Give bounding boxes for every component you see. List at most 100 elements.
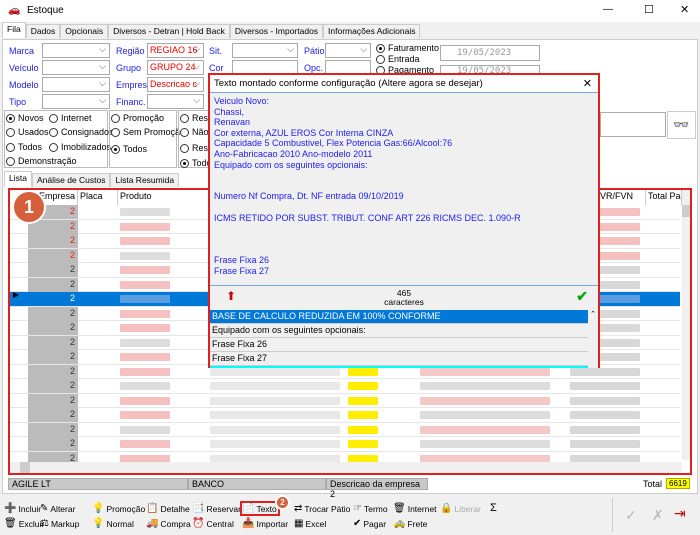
toolbar-alterar-button[interactable]: ✎ Alterar <box>40 503 75 514</box>
radio-usados[interactable]: Usados <box>6 127 49 137</box>
blurred-cell <box>420 396 550 405</box>
toolbar-markup-button[interactable]: ⚖ Markup <box>40 518 79 529</box>
radio-internet[interactable]: Internet <box>49 113 92 123</box>
blurred-cell <box>120 382 170 390</box>
toolbar-central-button[interactable]: ⏰ Central <box>192 518 234 529</box>
tipo-select[interactable] <box>42 94 110 109</box>
phrase-scrollbar[interactable]: ⌃ <box>588 310 598 368</box>
tab-lista-resumida[interactable]: Lista Resumida <box>110 173 180 187</box>
table-row[interactable]: 2 <box>10 408 680 423</box>
table-row[interactable]: 2 <box>10 422 680 437</box>
radio-label: Entrada <box>388 54 420 64</box>
tab-lista[interactable]: Lista <box>4 171 32 187</box>
tab-dados[interactable]: Dados <box>25 24 61 38</box>
cancel-icon[interactable]: ✗ <box>652 507 664 524</box>
maximize-button[interactable]: ☐ <box>644 3 654 16</box>
phrase-item[interactable] <box>210 366 588 368</box>
toolbar-pagar-button[interactable]: ✔ Pagar <box>353 518 386 529</box>
blurred-cell <box>420 382 550 390</box>
col-total-pag[interactable]: Total Pag <box>646 190 682 205</box>
texto-highlight <box>240 501 280 516</box>
toolbar-importar-button[interactable]: 📥 Importar <box>242 518 288 529</box>
radio-demonstracao[interactable]: Demonstração <box>6 156 77 166</box>
dialog-text-line: Chassi, <box>214 106 245 117</box>
modelo-select[interactable] <box>42 77 110 92</box>
grupo-select[interactable]: GRUPO 24 <box>147 60 204 75</box>
cell-empresa: 2 <box>28 335 78 350</box>
info-box <box>600 112 666 137</box>
radio-consignados[interactable]: Consignados <box>49 127 114 137</box>
regiao-select[interactable]: REGIAO 16 <box>147 43 204 58</box>
col-placa[interactable]: Placa <box>78 190 118 205</box>
tab-fila[interactable]: Fila <box>2 22 26 38</box>
radio-label: Novos <box>18 113 44 123</box>
tab-opcionais[interactable]: Opcionais <box>60 24 109 38</box>
sit-select[interactable] <box>232 43 298 58</box>
dialog-text-area[interactable]: Veiculo Novo: Chassi, Renavan Cor externa, … <box>210 93 598 286</box>
toolbar-excluir-button[interactable]: 🗑 Excluir <box>4 518 44 529</box>
table-row[interactable]: 2 <box>10 393 680 408</box>
tab-analise-custos[interactable]: Análise de Custos <box>31 173 111 187</box>
blurred-cell <box>348 367 378 376</box>
date-start-picker[interactable]: 19/05/2023 <box>440 45 540 61</box>
radio-reserva-nao[interactable]: Não <box>180 127 209 137</box>
radio-promo-todos[interactable]: Todos <box>111 144 147 154</box>
radio-faturamento[interactable]: Faturamento <box>376 43 439 53</box>
table-row[interactable]: 2 <box>10 379 680 394</box>
radio-sem-promocao[interactable]: Sem Promoção <box>111 127 185 137</box>
veiculo-select[interactable] <box>42 60 110 75</box>
glasses-icon[interactable]: 👓 <box>667 111 696 139</box>
phrase-item[interactable]: Equipado com os seguintes opcionais: <box>210 324 588 338</box>
radio-promocao[interactable]: Promoção <box>111 113 164 123</box>
toolbar-excel-button[interactable]: ▦ Excel <box>294 518 326 529</box>
row-pointer-icon: ▶ <box>13 290 20 299</box>
blurred-cell <box>348 411 378 419</box>
financ-select[interactable] <box>147 94 204 109</box>
marca-select[interactable] <box>42 43 110 58</box>
toolbar-promocao-button[interactable]: 💡 Promoção <box>92 503 145 514</box>
phrase-item[interactable]: Frase Fixa 27 <box>210 352 588 366</box>
title-bar: 🚗 Estoque — ☐ ✕ <box>0 0 700 22</box>
toolbar-incluir-button[interactable]: ➕ Incluir <box>4 503 41 514</box>
dialog-close-button[interactable]: ✕ <box>583 77 592 90</box>
check-icon[interactable]: ✔ <box>576 288 588 305</box>
radio-novos[interactable]: Novos <box>6 113 44 123</box>
radio-reserva-todos[interactable]: Todo <box>180 158 212 168</box>
col-vr-fvn[interactable]: VR/FVN <box>598 190 646 205</box>
char-label: caracteres <box>384 297 424 307</box>
sum-icon[interactable]: Σ <box>490 502 497 514</box>
minimize-button[interactable]: — <box>603 4 613 15</box>
confirm-icon[interactable]: ✓ <box>625 507 637 524</box>
table-row[interactable]: 2 <box>10 437 680 452</box>
phrase-item[interactable]: BASE DE CALCULO REDUZIDA EM 100% CONFORM… <box>210 310 588 324</box>
tab-diversos-detran[interactable]: Diversos - Detran | Hold Back <box>108 24 230 38</box>
toolbar-frete-button[interactable]: 🚕 Frete <box>393 518 427 529</box>
phrase-item[interactable]: Frase Fixa 26 <box>210 338 588 352</box>
toolbar-normal-button[interactable]: 💡 Normal <box>92 518 134 529</box>
radio-imobilizados[interactable]: Imobilizados <box>49 142 111 152</box>
tab-informacoes-adicionais[interactable]: Informações Adicionais <box>323 24 421 38</box>
toolbar-termo-button[interactable]: ☞ Termo <box>353 503 388 514</box>
exit-door-icon[interactable]: ⇥ <box>674 505 686 522</box>
toolbar-compra-button[interactable]: 🚚 Compra <box>146 518 191 529</box>
patio-select[interactable] <box>325 43 371 58</box>
empresa-select[interactable]: Descricao c <box>147 77 204 92</box>
toolbar-detalhe-button[interactable]: 📋 Detalhe <box>146 503 190 514</box>
dialog-text-line: Ano-Fabricacao 2010 Ano-modelo 2011 <box>214 148 373 159</box>
blurred-cell <box>210 411 340 419</box>
toolbar-internet-button[interactable]: 🗑 Internet <box>393 503 437 514</box>
tab-diversos-importados[interactable]: Diversos - Importados <box>229 24 324 38</box>
toolbar-reservar-button[interactable]: 📑 Reservar <box>192 503 241 514</box>
vertical-scrollbar[interactable] <box>682 190 690 460</box>
phrase-list[interactable]: BASE DE CALCULO REDUZIDA EM 100% CONFORM… <box>210 310 598 368</box>
horizontal-scrollbar[interactable] <box>10 462 682 473</box>
toolbar-label: Excel <box>305 518 327 529</box>
toolbar-liberar-button[interactable]: 🔒 Liberar <box>440 503 481 514</box>
radio-todos[interactable]: Todos <box>6 142 42 152</box>
blurred-cell <box>210 425 340 434</box>
toolbar-trocar-patio-button[interactable]: ⇄ Trocar Pátio <box>294 503 350 514</box>
toolbar-icon: 💡 <box>92 503 105 514</box>
blurred-cell <box>120 266 170 274</box>
radio-entrada[interactable]: Entrada <box>376 54 420 64</box>
close-button[interactable]: ✕ <box>680 3 689 16</box>
